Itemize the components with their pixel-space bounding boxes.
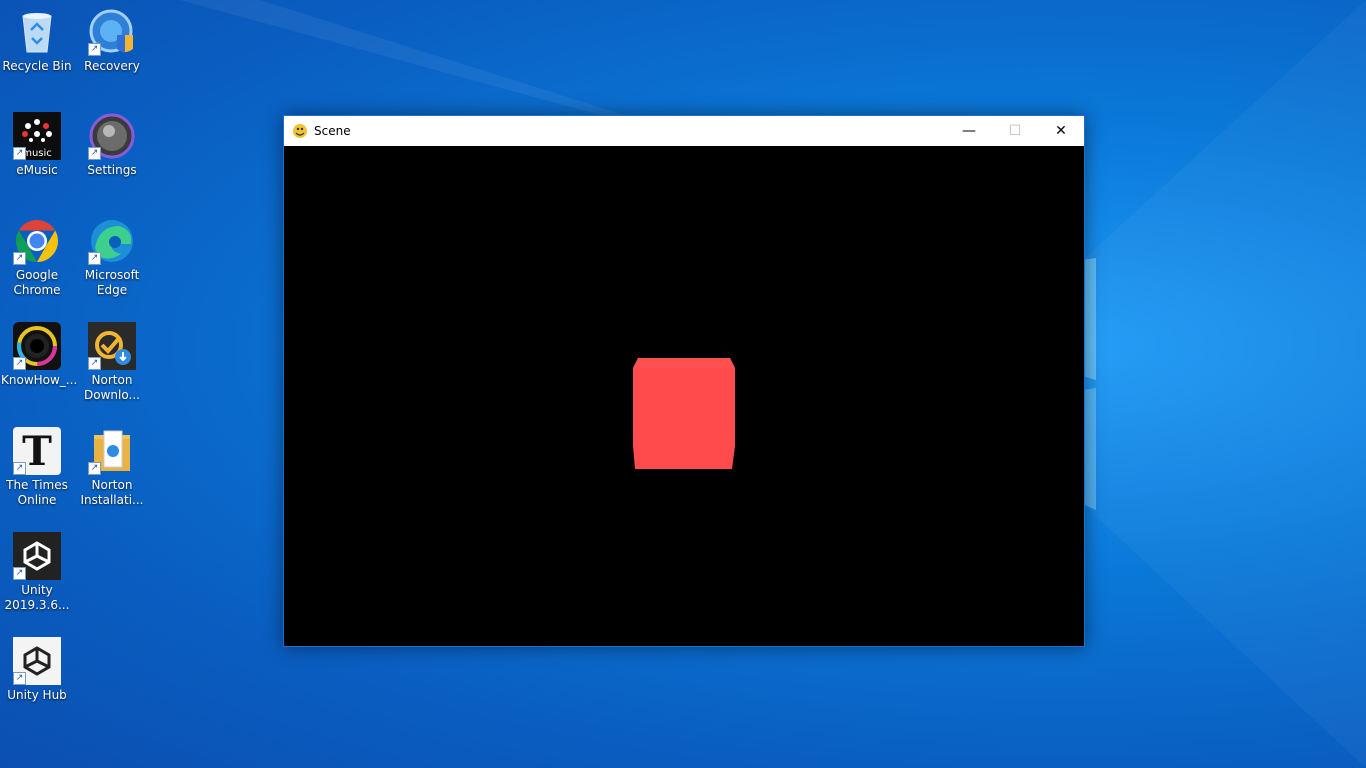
scene-canvas — [633, 358, 735, 469]
shortcut-arrow-icon: ↗ — [13, 672, 26, 685]
desktop-icon-label: Recovery — [84, 59, 140, 73]
shortcut-arrow-icon: ↗ — [88, 147, 101, 160]
close-button[interactable]: ✕ — [1038, 116, 1084, 146]
window-controls: — ☐ ✕ — [946, 116, 1084, 146]
times-online-icon: T ↗ — [13, 427, 61, 475]
desktop-icon-emusic[interactable]: music ↗ eMusic — [1, 112, 73, 178]
desktop-icon-norton-download[interactable]: ↗ Norton Downlo... — [76, 322, 148, 403]
chrome-icon: ↗ — [13, 217, 61, 265]
norton-installation-icon: ↗ — [88, 427, 136, 475]
recovery-icon: ↗ — [88, 8, 136, 56]
desktop-icon-label: Unity 2019.3.6... — [4, 583, 70, 612]
desktop-icon-label: Recycle Bin — [2, 59, 72, 73]
desktop-icon-unity[interactable]: ↗ Unity 2019.3.6... — [1, 532, 73, 613]
scene-viewport[interactable] — [284, 146, 1084, 646]
norton-download-icon: ↗ — [88, 322, 136, 370]
desktop-icon-label: eMusic — [16, 163, 58, 177]
shortcut-arrow-icon: ↗ — [13, 147, 26, 160]
desktop-icon-unity-hub[interactable]: ↗ Unity Hub — [1, 637, 73, 703]
window-titlebar[interactable]: Scene — ☐ ✕ — [284, 116, 1084, 146]
shortcut-arrow-icon: ↗ — [88, 357, 101, 370]
red-cube-top-face — [633, 358, 735, 368]
pygame-app-icon — [293, 124, 307, 138]
desktop-icon-label: KnowHow_... — [1, 373, 78, 387]
desktop-icon-label: Norton Installati... — [80, 478, 144, 507]
desktop-icon-google-chrome[interactable]: ↗ Google Chrome — [1, 217, 73, 298]
times-logo-letter: T — [22, 427, 52, 475]
knowhow-icon: ↗ — [13, 322, 61, 370]
shortcut-arrow-icon: ↗ — [88, 462, 101, 475]
emusic-logo-text: music — [22, 148, 52, 159]
edge-icon: ↗ — [88, 217, 136, 265]
desktop-icon-times-online[interactable]: T ↗ The Times Online — [1, 427, 73, 508]
desktop-icon-norton-installation[interactable]: ↗ Norton Installati... — [76, 427, 148, 508]
window-title: Scene — [314, 124, 351, 138]
minimize-button[interactable]: — — [946, 116, 992, 146]
red-cube — [633, 358, 735, 469]
desktop-icon-recovery[interactable]: ↗ Recovery — [76, 8, 148, 74]
desktop-icon-label: Settings — [87, 163, 137, 177]
desktop-icon-label: Google Chrome — [13, 268, 61, 297]
shortcut-arrow-icon: ↗ — [13, 252, 26, 265]
settings-icon: ↗ — [88, 112, 136, 160]
shortcut-arrow-icon: ↗ — [13, 357, 26, 370]
desktop-icon-microsoft-edge[interactable]: ↗ Microsoft Edge — [76, 217, 148, 298]
desktop-icon-knowhow[interactable]: ↗ KnowHow_... — [1, 322, 78, 388]
shortcut-arrow-icon: ↗ — [88, 43, 101, 56]
emusic-icon: music ↗ — [13, 112, 61, 160]
maximize-button[interactable]: ☐ — [992, 116, 1038, 146]
scene-window[interactable]: Scene — ☐ ✕ — [283, 115, 1085, 647]
recycle-bin-icon — [13, 8, 61, 56]
desktop-icon-label: The Times Online — [6, 478, 68, 507]
desktop-icon-label: Norton Downlo... — [84, 373, 140, 402]
desktop-icon-settings[interactable]: ↗ Settings — [76, 112, 148, 178]
desktop-icon-label: Microsoft Edge — [84, 268, 140, 297]
desktop-icon-recycle-bin[interactable]: Recycle Bin — [1, 8, 73, 74]
unity-icon: ↗ — [13, 532, 61, 580]
shortcut-arrow-icon: ↗ — [13, 567, 26, 580]
shortcut-arrow-icon: ↗ — [88, 252, 101, 265]
desktop-icon-label: Unity Hub — [7, 688, 67, 702]
shortcut-arrow-icon: ↗ — [13, 462, 26, 475]
unity-hub-icon: ↗ — [13, 637, 61, 685]
